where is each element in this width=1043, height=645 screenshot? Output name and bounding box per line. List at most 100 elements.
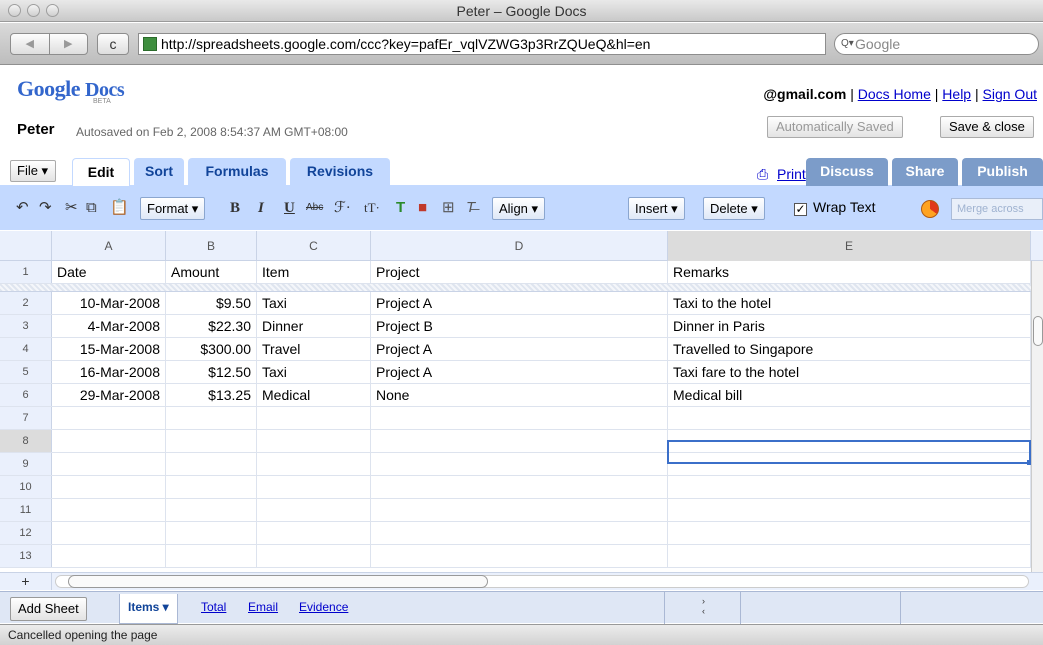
italic-button[interactable]: I — [258, 198, 264, 218]
column-header-d[interactable]: D — [371, 231, 668, 261]
sheet-tab-total[interactable]: Total — [201, 600, 226, 614]
row-number[interactable]: 4 — [0, 338, 52, 360]
font-button[interactable]: ℱ· — [334, 198, 351, 218]
file-menu-button[interactable]: File ▾ — [10, 160, 56, 182]
cell[interactable]: 4-Mar-2008 — [52, 315, 166, 337]
chevron-right-icon[interactable]: › — [702, 596, 705, 606]
cell[interactable] — [257, 476, 371, 498]
wrap-text-checkbox[interactable]: ✓ Wrap Text — [794, 199, 876, 216]
cell[interactable] — [668, 545, 1031, 567]
tab-formulas[interactable]: Formulas — [188, 158, 286, 186]
cell[interactable] — [52, 545, 166, 567]
back-button[interactable]: ◀ — [11, 34, 50, 54]
minimize-window-button[interactable] — [27, 4, 40, 17]
cell[interactable]: Date — [52, 261, 166, 283]
format-menu-button[interactable]: Format ▾ — [140, 197, 206, 220]
paste-icon[interactable]: 📋 — [110, 198, 129, 218]
cell[interactable] — [257, 522, 371, 544]
copy-icon[interactable]: ⧉ — [86, 198, 97, 218]
cell[interactable]: Taxi — [257, 292, 371, 314]
row-number[interactable]: 3 — [0, 315, 52, 337]
insert-chart-icon[interactable] — [921, 200, 939, 218]
cell[interactable]: Medical — [257, 384, 371, 406]
cell[interactable] — [668, 499, 1031, 521]
cell[interactable] — [166, 499, 257, 521]
cell[interactable]: None — [371, 384, 668, 406]
cell[interactable] — [166, 522, 257, 544]
clear-format-icon[interactable]: T̶ — [466, 198, 475, 218]
cell[interactable] — [371, 453, 668, 475]
row-number[interactable]: 10 — [0, 476, 52, 498]
row-number[interactable]: 9 — [0, 453, 52, 475]
cell[interactable]: $13.25 — [166, 384, 257, 406]
tab-edit[interactable]: Edit — [72, 158, 130, 186]
select-all-corner[interactable] — [0, 231, 52, 261]
cell[interactable]: 29-Mar-2008 — [52, 384, 166, 406]
print-link[interactable]: ⎙ Print — [757, 166, 806, 182]
sheet-tab-items[interactable]: Items ▾ — [119, 594, 178, 624]
row-number[interactable]: 1 — [0, 261, 52, 283]
underline-button[interactable]: U — [284, 198, 295, 218]
cell[interactable]: Taxi fare to the hotel — [668, 361, 1031, 383]
row-number[interactable]: 13 — [0, 545, 52, 567]
cell[interactable]: Dinner in Paris — [668, 315, 1031, 337]
cell[interactable]: Item — [257, 261, 371, 283]
cell[interactable]: Project A — [371, 338, 668, 360]
cell[interactable] — [166, 453, 257, 475]
borders-icon[interactable]: ⊞ — [442, 198, 455, 218]
add-sheet-button[interactable]: Add Sheet — [10, 597, 87, 621]
sheet-tab-evidence[interactable]: Evidence — [299, 600, 348, 614]
cell[interactable] — [257, 453, 371, 475]
align-menu-button[interactable]: Align ▾ — [492, 197, 546, 220]
delete-menu-button[interactable]: Delete ▾ — [703, 197, 765, 220]
cell[interactable]: Travelled to Singapore — [668, 338, 1031, 360]
row-number[interactable]: 8 — [0, 430, 52, 452]
cell[interactable] — [52, 430, 166, 452]
document-title[interactable]: Peter — [17, 121, 55, 138]
bold-button[interactable]: B — [230, 198, 240, 218]
tab-revisions[interactable]: Revisions — [290, 158, 390, 186]
cell[interactable]: $12.50 — [166, 361, 257, 383]
cell[interactable] — [668, 407, 1031, 429]
cell[interactable]: $22.30 — [166, 315, 257, 337]
cell[interactable] — [52, 522, 166, 544]
cell[interactable]: $9.50 — [166, 292, 257, 314]
cell[interactable] — [257, 430, 371, 452]
row-number[interactable]: 7 — [0, 407, 52, 429]
close-window-button[interactable] — [8, 4, 21, 17]
url-input[interactable]: http://spreadsheets.google.com/ccc?key=p… — [138, 33, 826, 55]
cell[interactable] — [371, 430, 668, 452]
row-number[interactable]: 11 — [0, 499, 52, 521]
cell[interactable] — [668, 476, 1031, 498]
column-header-b[interactable]: B — [166, 231, 257, 261]
insert-menu-button[interactable]: Insert ▾ — [628, 197, 685, 220]
vertical-scroll-thumb[interactable] — [1033, 316, 1043, 346]
cut-icon[interactable]: ✂ — [65, 198, 78, 218]
cell[interactable]: Project — [371, 261, 668, 283]
cell[interactable] — [257, 499, 371, 521]
cell[interactable]: 15-Mar-2008 — [52, 338, 166, 360]
cell[interactable] — [371, 476, 668, 498]
cell[interactable] — [52, 453, 166, 475]
cell[interactable]: Remarks — [668, 261, 1031, 283]
column-header-e[interactable]: E — [668, 231, 1031, 261]
search-engine-icon[interactable]: Q▾ — [841, 34, 854, 54]
tab-share[interactable]: Share — [892, 158, 958, 186]
reload-button[interactable]: c — [97, 33, 129, 55]
docs-home-link[interactable]: Docs Home — [858, 86, 931, 102]
horizontal-scroll-thumb[interactable] — [68, 575, 488, 588]
cell[interactable] — [52, 499, 166, 521]
column-header-c[interactable]: C — [257, 231, 371, 261]
search-input[interactable]: Q▾ Google — [834, 33, 1039, 55]
vertical-scrollbar[interactable] — [1031, 261, 1043, 574]
redo-icon[interactable]: ↷ — [39, 198, 52, 218]
cell[interactable]: 10-Mar-2008 — [52, 292, 166, 314]
tab-publish[interactable]: Publish — [962, 158, 1043, 186]
row-number[interactable]: 12 — [0, 522, 52, 544]
cell[interactable] — [166, 476, 257, 498]
cell[interactable] — [166, 407, 257, 429]
cell[interactable]: Dinner — [257, 315, 371, 337]
sheet-tab-email[interactable]: Email — [248, 600, 278, 614]
add-row-button[interactable]: + — [0, 573, 52, 590]
cell[interactable] — [371, 522, 668, 544]
